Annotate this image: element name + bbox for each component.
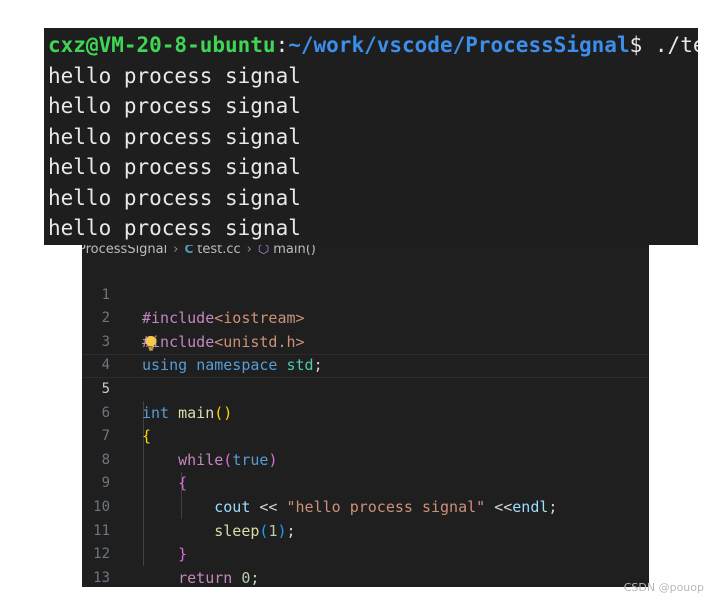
terminal-output-line: hello process signal [48,64,301,88]
lightbulb-icon[interactable] [144,335,158,351]
prompt-symbol: $ [629,33,643,57]
control-keyword: return [178,568,233,587]
semicolon: ; [250,568,260,587]
terminal-command: ./test [654,33,698,57]
code-line[interactable]: 9 cout << "hello process signal" <<endl; [82,449,649,516]
terminal-output-line: hello process signal [48,94,301,118]
code-line[interactable]: 10 sleep(1); [82,472,649,540]
watermark: CSDN @pouop [623,581,704,594]
line-number: 13 [93,569,110,586]
code-area[interactable]: 1 #include<iostream> 2 #include<unistd.h… [82,260,649,587]
code-line-current[interactable]: 5 int main() [82,354,649,422]
code-line[interactable]: 4 [82,331,649,373]
code-line[interactable]: 1 #include<iostream> [82,260,649,328]
code-line[interactable]: 11 } [82,496,649,564]
terminal[interactable]: cxz@VM-20-8-ubuntu:~/work/vscode/Process… [44,28,698,245]
terminal-output-line: hello process signal [48,125,301,149]
terminal-output-line: hello process signal [48,186,301,210]
terminal-output-line: hello process signal [48,216,301,240]
code-line[interactable]: 12 return 0; [82,520,649,587]
prompt-separator: : [275,33,289,57]
prompt-path: ~/work/vscode/ProcessSignal [288,33,630,57]
code-line[interactable]: 3 using namespace std; [82,307,649,375]
terminal-output-line: hello process signal [48,155,301,179]
code-line[interactable]: 7 while(true) [82,402,649,469]
code-editor[interactable]: ProcessSignal › C test.cc › ⬡ main() 1 #… [82,238,649,587]
code-line[interactable]: 6 { [82,378,649,446]
code-line[interactable]: 13 } [82,543,649,586]
code-line[interactable]: 2 #include<unistd.h> [82,284,649,351]
terminal-prompt-line: cxz@VM-20-8-ubuntu:~/work/vscode/Process… [48,30,698,60]
code-line[interactable]: 8 { [82,425,649,493]
prompt-user: cxz@VM-20-8-ubuntu [48,33,276,57]
